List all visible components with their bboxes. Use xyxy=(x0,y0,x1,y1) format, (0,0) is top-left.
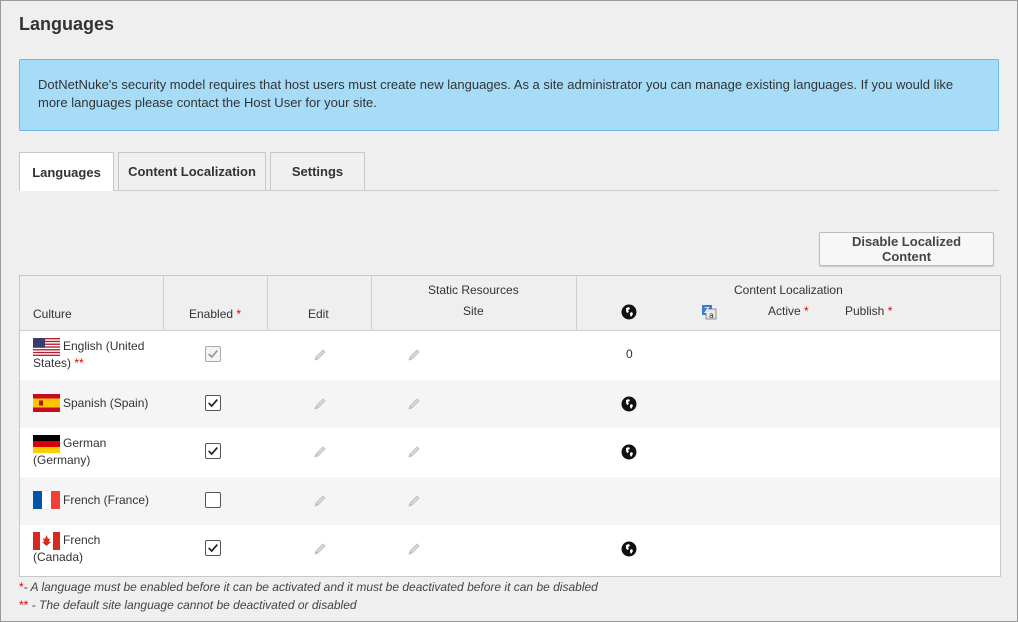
default-mark: ** xyxy=(19,598,29,612)
header-divider xyxy=(371,276,372,331)
enabled-checkbox[interactable] xyxy=(205,443,221,459)
fr-flag-icon xyxy=(33,491,60,509)
culture-name-cont: (Canada) xyxy=(33,549,83,566)
culture-line1: Spanish (Spain) xyxy=(63,396,149,410)
edit-pencil-icon[interactable] xyxy=(313,445,327,459)
culture-line1: German xyxy=(63,436,107,450)
globe-icon[interactable] xyxy=(621,444,637,460)
disable-localized-content-button[interactable]: Disable Localized Content xyxy=(819,232,994,266)
tab-languages[interactable]: Languages xyxy=(19,152,114,191)
info-message: DotNetNuke's security model requires tha… xyxy=(19,59,999,131)
globe-icon xyxy=(621,304,637,320)
grid-header: Culture Enabled * Edit Static Resources … xyxy=(20,276,1000,331)
culture-line2: (Canada) xyxy=(33,550,84,564)
tab-languages-label: Languages xyxy=(32,164,101,180)
globe-icon[interactable] xyxy=(621,396,637,412)
culture-line1: English (United xyxy=(63,339,145,353)
edit-pencil-icon[interactable] xyxy=(313,397,327,411)
edit-site-resources-pencil-icon[interactable] xyxy=(407,494,421,508)
de-flag-icon xyxy=(33,435,60,453)
footnote-required: *- A language must be enabled before it … xyxy=(19,578,598,596)
enabled-checkbox[interactable] xyxy=(205,492,221,508)
header-active: Active * xyxy=(768,304,809,318)
culture-line2: (Germany) xyxy=(33,453,91,467)
header-content-localization: Content Localization xyxy=(734,283,843,297)
edit-pencil-icon[interactable] xyxy=(313,494,327,508)
table-row: German (Germany) xyxy=(20,428,1000,476)
culture-name: English (United xyxy=(63,338,163,355)
header-edit: Edit xyxy=(308,307,329,321)
header-site: Site xyxy=(463,304,484,318)
edit-pencil-icon[interactable] xyxy=(313,542,327,556)
tab-bar: Languages Content Localization Settings xyxy=(19,152,999,192)
content-localization-value: 0 xyxy=(626,347,633,361)
header-publish: Publish * xyxy=(845,304,892,318)
table-row: English (United States) ** 0 xyxy=(20,331,1000,379)
header-enabled-label: Enabled xyxy=(189,307,234,321)
table-row: French (France) xyxy=(20,477,1000,525)
tab-settings[interactable]: Settings xyxy=(270,152,365,190)
edit-pencil-icon[interactable] xyxy=(313,348,327,362)
culture-name: Spanish (Spain) xyxy=(63,395,163,412)
header-active-label: Active xyxy=(768,304,801,318)
tab-settings-label: Settings xyxy=(291,164,344,179)
required-mark: * xyxy=(236,307,242,321)
edit-site-resources-pencil-icon[interactable] xyxy=(407,542,421,556)
tab-baseline xyxy=(19,190,999,191)
edit-site-resources-pencil-icon[interactable] xyxy=(407,348,421,362)
table-row: Spanish (Spain) xyxy=(20,380,1000,428)
header-divider xyxy=(576,276,577,331)
enabled-checkbox xyxy=(205,346,221,362)
required-mark: * xyxy=(887,304,893,318)
languages-panel: Languages DotNetNuke's security model re… xyxy=(0,0,1018,622)
edit-site-resources-pencil-icon[interactable] xyxy=(407,397,421,411)
es-flag-icon xyxy=(33,394,60,412)
edit-site-resources-pencil-icon[interactable] xyxy=(407,445,421,459)
default-mark: ** xyxy=(74,356,84,370)
tab-content-localization-label: Content Localization xyxy=(128,164,256,179)
culture-name: French (France) xyxy=(63,492,163,509)
footnote-required-text: - A language must be enabled before it c… xyxy=(23,580,598,594)
enabled-checkbox[interactable] xyxy=(205,540,221,556)
header-divider xyxy=(267,276,268,331)
footnote-default-text: - The default site language cannot be de… xyxy=(28,598,357,612)
ca-flag-icon xyxy=(33,532,60,550)
culture-name: German xyxy=(63,435,163,452)
header-publish-label: Publish xyxy=(845,304,885,318)
culture-line1: French (France) xyxy=(63,493,150,507)
svg-text:a: a xyxy=(709,311,714,320)
us-flag-icon xyxy=(33,338,60,356)
header-divider xyxy=(163,276,164,331)
languages-grid: Culture Enabled * Edit Static Resources … xyxy=(19,275,1001,577)
header-culture: Culture xyxy=(33,307,72,321)
enabled-checkbox[interactable] xyxy=(205,395,221,411)
page-title: Languages xyxy=(19,14,115,34)
footnote-default: ** - The default site language cannot be… xyxy=(19,596,598,614)
culture-line1: French xyxy=(63,533,101,547)
table-row: French (Canada) xyxy=(20,525,1000,573)
translate-icon: Z a xyxy=(702,305,717,320)
culture-name-cont: (Germany) xyxy=(33,452,90,469)
culture-line2: States) xyxy=(33,356,72,370)
globe-icon[interactable] xyxy=(621,541,637,557)
culture-name: French xyxy=(63,532,163,549)
header-static-resources: Static Resources xyxy=(428,283,519,297)
required-mark: * xyxy=(804,304,809,318)
tab-content-localization[interactable]: Content Localization xyxy=(118,152,266,190)
header-enabled: Enabled * xyxy=(189,307,241,321)
footnotes: *- A language must be enabled before it … xyxy=(19,578,598,614)
culture-name-cont: States) ** xyxy=(33,355,84,372)
